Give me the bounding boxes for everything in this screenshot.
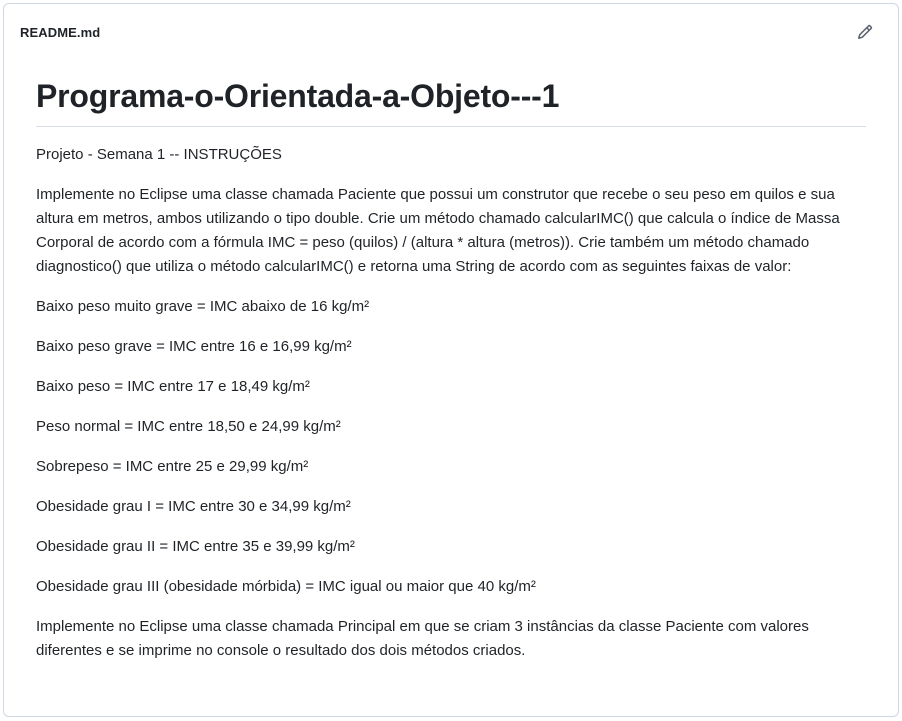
range-item: Baixo peso muito grave = IMC abaixo de 1… <box>36 298 370 315</box>
readme-container: README.md Programa-o-Orientada-a-Objeto-… <box>3 3 899 717</box>
range-item: Obesidade grau III (obesidade mórbida) =… <box>36 578 536 595</box>
range-item: Baixo peso grave = IMC entre 16 e 16,99 … <box>36 338 352 355</box>
edit-button[interactable] <box>855 22 875 42</box>
pencil-icon <box>857 24 873 40</box>
readme-header: README.md <box>4 4 898 60</box>
page-title: Programa-o-Orientada-a-Objeto---1 <box>36 60 866 127</box>
paragraph-principal: Implemente no Eclipse uma classe chamada… <box>36 618 809 659</box>
readme-body: Programa-o-Orientada-a-Objeto---1 Projet… <box>4 60 898 663</box>
range-item: Obesidade grau I = IMC entre 30 e 34,99 … <box>36 498 351 515</box>
readme-content: Projeto - Semana 1 -- INSTRUÇÕES Impleme… <box>36 143 866 663</box>
paragraph-instructions: Implemente no Eclipse uma classe chamada… <box>36 186 840 275</box>
range-item: Baixo peso = IMC entre 17 e 18,49 kg/m² <box>36 378 310 395</box>
range-item: Sobrepeso = IMC entre 25 e 29,99 kg/m² <box>36 458 309 475</box>
range-item: Obesidade grau II = IMC entre 35 e 39,99… <box>36 538 355 555</box>
paragraph-project-heading: Projeto - Semana 1 -- INSTRUÇÕES <box>36 146 282 163</box>
file-name: README.md <box>20 24 101 40</box>
range-item: Peso normal = IMC entre 18,50 e 24,99 kg… <box>36 418 341 435</box>
